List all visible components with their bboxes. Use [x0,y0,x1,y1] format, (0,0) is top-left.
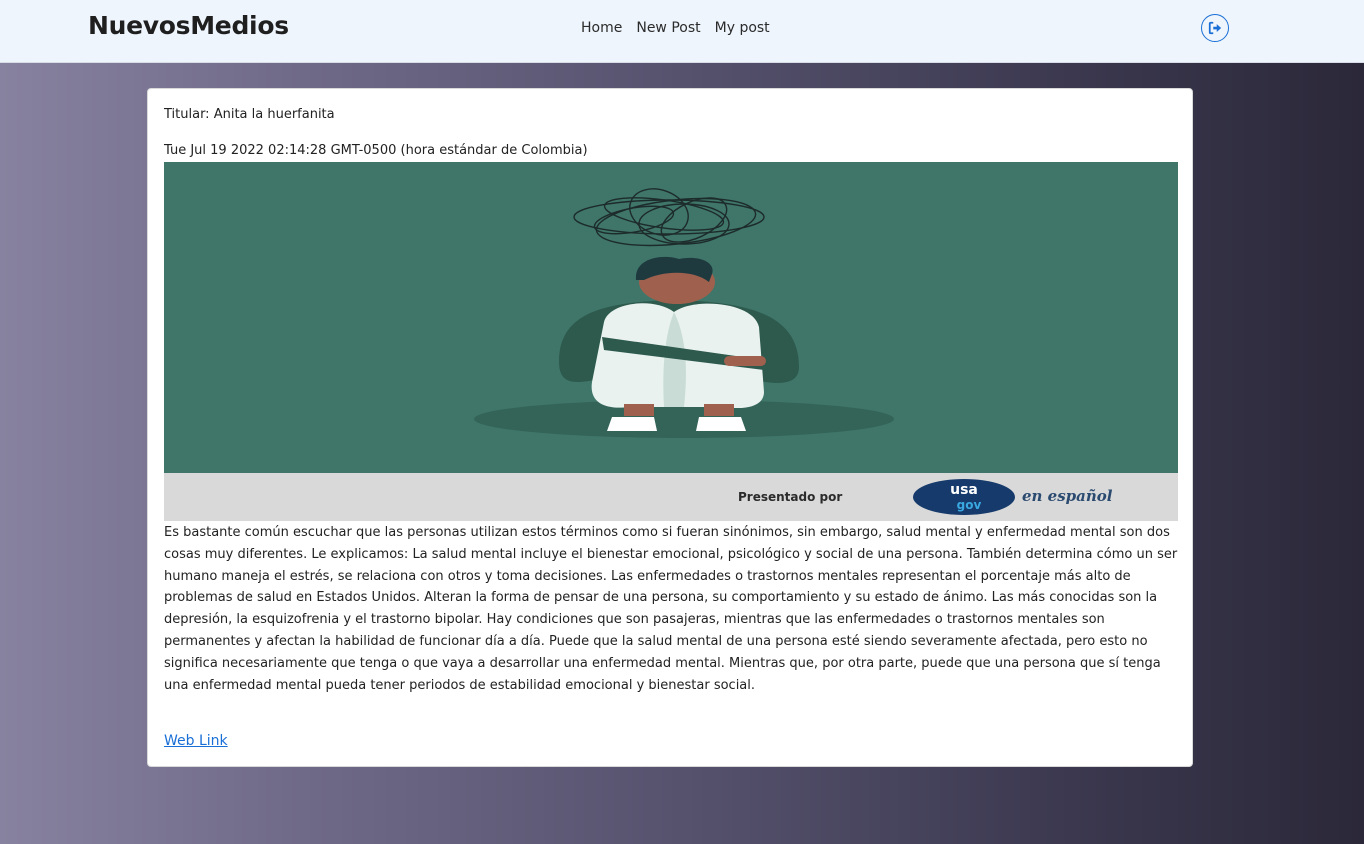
web-link[interactable]: Web Link [164,733,228,749]
logout-button[interactable] [1201,14,1229,42]
nav-link-my-post[interactable]: My post [715,20,770,36]
post-date: Tue Jul 19 2022 02:14:28 GMT-0500 (hora … [164,143,588,158]
logout-icon [1208,21,1222,35]
nav-links: Home New Post My post [581,20,784,36]
post-card: Titular: Anita la huerfanita Tue Jul 19 … [147,88,1193,767]
nav-link-new-post[interactable]: New Post [636,20,700,36]
logo-gov: gov [957,498,982,512]
nav-link-home[interactable]: Home [581,20,622,36]
logo-suffix: en español [1022,487,1113,505]
brand-logo[interactable]: NuevosMedios [88,11,289,40]
logo-usa: usa [950,482,978,498]
banner-text: Presentado por [738,490,842,504]
navbar: NuevosMedios Home New Post My post [0,0,1364,63]
post-title: Titular: Anita la huerfanita [164,107,335,122]
post-image: Presentado por usa gov en español [164,162,1178,521]
post-body: Es bastante común escuchar que las perso… [164,525,1178,693]
